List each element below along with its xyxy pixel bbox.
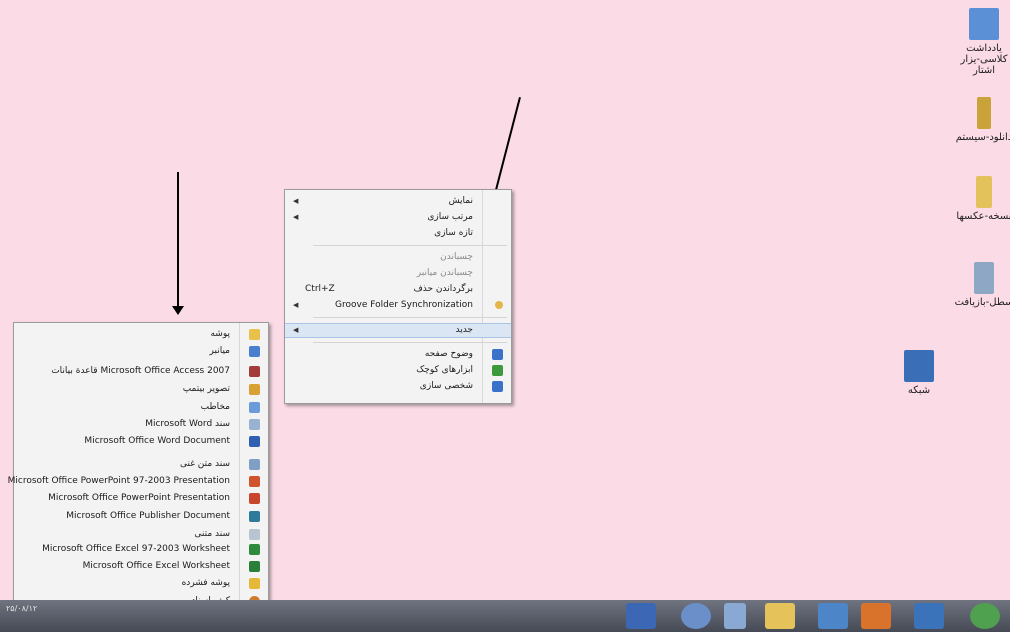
- menu-item-groove-sync[interactable]: ◀ Groove Folder Synchronization: [285, 298, 511, 313]
- new-word-document-item[interactable]: Microsoft Office Word Document: [14, 434, 268, 449]
- personalize-icon: [492, 381, 503, 392]
- new-text-document-item[interactable]: سند متنی: [14, 527, 268, 542]
- taskbar-browser-icon[interactable]: [914, 603, 944, 629]
- menu-item-personalize[interactable]: شخصی سازی: [285, 379, 511, 394]
- taskbar-media-player-icon[interactable]: [861, 603, 891, 629]
- excel-icon: [249, 544, 260, 555]
- new-bitmap-item[interactable]: تصویر بیتمپ: [14, 382, 268, 397]
- new-ppt-97-item[interactable]: Microsoft Office PowerPoint 97-2003 Pres…: [8, 474, 268, 489]
- menu-item-sort-by[interactable]: ◀ مرتب سازی: [285, 210, 511, 225]
- menu-item-new[interactable]: ◀ جدید: [285, 323, 511, 338]
- desktop-icon-label: نسخه-عکسها: [956, 211, 1010, 222]
- new-ppt-item[interactable]: Microsoft Office PowerPoint Presentation: [14, 491, 268, 506]
- desktop-icon-notes[interactable]: دانلود-سیستم: [954, 97, 1010, 143]
- new-rich-text-item[interactable]: سند متن غنی: [14, 457, 268, 472]
- desktop-icon-label: شبکه: [907, 385, 931, 396]
- journal-icon: [249, 419, 260, 430]
- menu-item-view[interactable]: ◀ نمایش: [285, 194, 511, 209]
- desktop-icon-folder[interactable]: نسخه-عکسها: [954, 176, 1010, 222]
- word-icon: [249, 436, 260, 447]
- new-folder-item[interactable]: پوشه: [14, 327, 268, 342]
- new-publisher-item[interactable]: Microsoft Office Publisher Document: [14, 509, 268, 524]
- contact-icon: [249, 402, 260, 413]
- folder-icon: [976, 176, 992, 208]
- system-tray: ۲۵/۰۸/۱۲: [6, 604, 37, 613]
- submenu-arrow-icon: ◀: [293, 213, 299, 221]
- taskbar-start-icon[interactable]: [970, 603, 1000, 629]
- taskbar-powerpoint-icon[interactable]: [626, 603, 656, 629]
- menu-item-paste-shortcut[interactable]: چسباندن میانبر: [285, 266, 511, 281]
- submenu-arrow-icon: ◀: [293, 197, 299, 205]
- submenu-arrow-icon: ◀: [293, 326, 299, 334]
- bitmap-icon: [249, 384, 260, 395]
- desktop-icon-network[interactable]: شبکه: [889, 350, 949, 396]
- desktop-icon-label: سطل-بازیافت: [954, 297, 1010, 308]
- rich-text-icon: [249, 459, 260, 470]
- menu-item-screen-resolution[interactable]: وضوح صفحه: [285, 347, 511, 362]
- new-compressed-folder-item[interactable]: پوشه فشرده: [14, 576, 268, 591]
- powerpoint-icon: [249, 476, 260, 487]
- excel-icon: [249, 561, 260, 572]
- taskbar-explorer-icon[interactable]: [765, 603, 795, 629]
- notes-icon: [977, 97, 991, 129]
- new-word-journal-item[interactable]: سند Microsoft Word: [14, 417, 268, 432]
- taskbar: [0, 600, 1010, 632]
- gadgets-icon: [492, 365, 503, 376]
- network-icon: [904, 350, 934, 382]
- desktop-icon-computer-shortcut[interactable]: یادداشت کلاسی-یزار اشتار: [954, 8, 1010, 76]
- publisher-icon: [249, 511, 260, 522]
- recycle-bin-icon: [974, 262, 994, 294]
- taskbar-document-icon[interactable]: [724, 603, 746, 629]
- new-access-item[interactable]: Microsoft Office Access 2007 قاعدة بيانا…: [14, 364, 268, 379]
- zip-folder-icon: [249, 578, 260, 589]
- groove-icon: [495, 301, 503, 309]
- desktop-icon-recycle-bin[interactable]: سطل-بازیافت: [954, 262, 1010, 308]
- clock-date[interactable]: ۲۵/۰۸/۱۲: [6, 604, 37, 613]
- new-contact-item[interactable]: مخاطب: [14, 400, 268, 415]
- access-icon: [249, 366, 260, 377]
- desktop-icon-label: دانلود-سیستم: [955, 132, 1010, 143]
- monitor-icon: [492, 349, 503, 360]
- menu-item-undo-delete[interactable]: Ctrl+Z برگرداندن حذف: [285, 282, 511, 297]
- new-shortcut-item[interactable]: میانبر: [14, 344, 268, 359]
- computer-shortcut-icon: [969, 8, 999, 40]
- desktop-icon-label: یادداشت کلاسی-یزار اشتار: [960, 43, 1008, 76]
- menu-item-refresh[interactable]: تازه سازی: [285, 226, 511, 241]
- powerpoint-icon: [249, 493, 260, 504]
- shortcut-icon: [249, 346, 260, 357]
- folder-icon: [249, 329, 260, 340]
- menu-item-gadgets[interactable]: ابزارهای کوچک: [285, 363, 511, 378]
- taskbar-network-icon[interactable]: [818, 603, 848, 629]
- taskbar-help-icon[interactable]: [681, 603, 711, 629]
- desktop[interactable]: یادداشت کلاسی-یزار اشتار دانلود-سیستم نس…: [0, 0, 1010, 614]
- desktop-context-menu: ◀ نمایش ◀ مرتب سازی تازه سازی چسباندن چس…: [284, 189, 512, 404]
- text-document-icon: [249, 529, 260, 540]
- new-submenu: پوشه میانبر Microsoft Office Access 2007…: [8, 322, 269, 614]
- new-excel-97-item[interactable]: Microsoft Office Excel 97-2003 Worksheet: [14, 542, 268, 557]
- menu-item-paste[interactable]: چسباندن: [285, 250, 511, 265]
- submenu-arrow-icon: ◀: [293, 301, 299, 309]
- new-excel-item[interactable]: Microsoft Office Excel Worksheet: [14, 559, 268, 574]
